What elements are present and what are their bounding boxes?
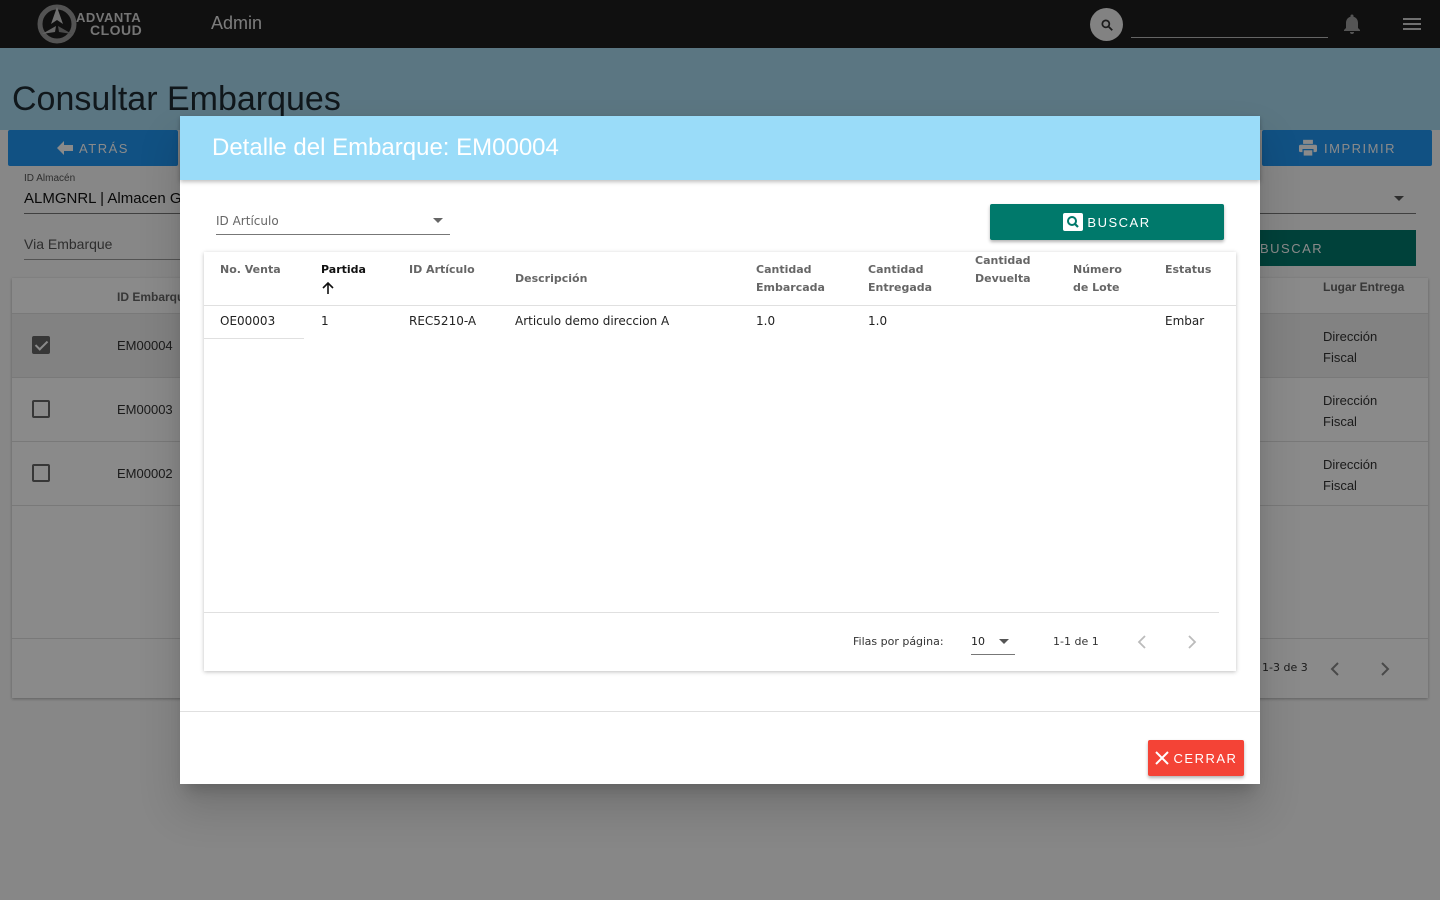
cell-partida: 1 [321, 314, 329, 328]
col-numero-lote-line1: Número [1073, 263, 1122, 276]
dialog-title: Detalle del Embarque: EM00004 [212, 134, 559, 161]
col-cantidad-entregada-line1: Cantidad [868, 263, 924, 276]
embarque-detail-dialog: Detalle del Embarque: EM00004 ID Artícul… [180, 116, 1260, 784]
search-icon [1063, 213, 1084, 231]
dialog-header: Detalle del Embarque: EM00004 [180, 116, 1260, 180]
rows-per-page-value: 10 [971, 635, 985, 648]
id-articulo-select[interactable]: ID Artículo [216, 208, 450, 235]
chevron-down-icon [433, 218, 443, 223]
chevron-down-icon [999, 639, 1009, 644]
col-cantidad-entregada-line2: Entregada [868, 281, 933, 294]
close-button[interactable]: CERRAR [1148, 740, 1244, 776]
header-divider [204, 305, 1236, 306]
detail-table: No. Venta Partida ID Artículo Descripció… [204, 252, 1236, 671]
col-descripcion[interactable]: Descripción [515, 270, 587, 288]
col-cantidad-devuelta[interactable]: Cantidad Devuelta [975, 252, 1031, 288]
cell-cantidad-entregada: 1.0 [868, 314, 888, 328]
col-partida[interactable]: Partida [321, 261, 366, 301]
sort-ascending-icon [322, 281, 334, 294]
col-cantidad-devuelta-line1: Cantidad [975, 254, 1031, 267]
col-id-articulo[interactable]: ID Artículo [409, 261, 475, 279]
chevron-right-icon[interactable] [1180, 630, 1204, 654]
dialog-search-button[interactable]: BUSCAR [990, 204, 1224, 240]
col-cantidad-entregada[interactable]: Cantidad Entregada [868, 261, 932, 297]
col-cantidad-embarcada-line1: Cantidad [756, 263, 812, 276]
close-icon [1154, 751, 1169, 765]
dialog-actions-divider [180, 711, 1260, 712]
cell-descripcion: Articulo demo direccion A [515, 314, 670, 328]
col-numero-lote[interactable]: Número de Lote [1073, 261, 1122, 297]
cell-id-articulo: REC5210-A [409, 314, 477, 328]
cell-cantidad-embarcada: 1.0 [756, 314, 776, 328]
dialog-search-label: BUSCAR [1087, 214, 1151, 230]
col-numero-lote-line2: de Lote [1073, 281, 1120, 294]
id-articulo-label: ID Artículo [216, 214, 279, 228]
col-cantidad-embarcada-line2: Embarcada [756, 281, 825, 294]
col-cantidad-devuelta-line2: Devuelta [975, 272, 1031, 285]
col-no-venta[interactable]: No. Venta [220, 261, 281, 279]
rows-per-page-label: Filas por página: [853, 635, 944, 648]
row-divider [204, 338, 304, 339]
close-button-label: CERRAR [1173, 750, 1238, 766]
footer-divider [204, 612, 1219, 613]
col-estatus[interactable]: Estatus [1165, 261, 1211, 279]
cell-no-venta: OE00003 [220, 314, 276, 328]
col-cantidad-embarcada[interactable]: Cantidad Embarcada [756, 261, 825, 297]
chevron-left-icon[interactable] [1130, 630, 1154, 654]
page-range: 1-1 de 1 [1053, 635, 1099, 648]
col-partida-label: Partida [321, 263, 366, 276]
rows-per-page-select[interactable]: 10 [971, 628, 1015, 655]
cell-estatus: Embar [1165, 314, 1205, 328]
